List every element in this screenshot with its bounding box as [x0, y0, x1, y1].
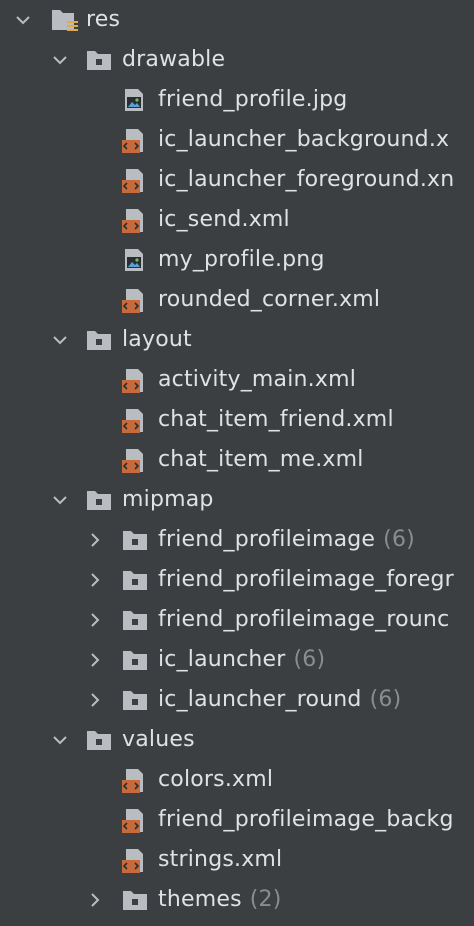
- file-label: ic_launcher_foreground.xn: [158, 167, 455, 192]
- chevron-down-icon[interactable]: [51, 731, 69, 749]
- file-label: colors.xml: [158, 767, 274, 792]
- tree-file-friend-profile-jpg[interactable]: friend_profile.jpg: [0, 80, 474, 120]
- file-label: chat_item_friend.xml: [158, 407, 394, 432]
- xml-file-icon: [121, 408, 145, 433]
- tree-node-res[interactable]: res: [0, 0, 474, 40]
- folder-icon: [86, 488, 111, 512]
- file-label: activity_main.xml: [158, 367, 357, 392]
- tree-folder-ic-launcher[interactable]: ic_launcher (6): [0, 640, 474, 680]
- folder-label: ic_launcher_round (6): [158, 687, 402, 712]
- chevron-right-icon[interactable]: [86, 531, 104, 549]
- xml-file-icon: [121, 128, 145, 153]
- folder-icon: [122, 888, 147, 912]
- tree-folder-friend-profileimage-foreground[interactable]: friend_profileimage_foregr: [0, 560, 474, 600]
- tree-folder-friend-profileimage[interactable]: friend_profileimage (6): [0, 520, 474, 560]
- chevron-down-icon[interactable]: [51, 491, 69, 509]
- xml-file-icon: [121, 848, 145, 873]
- tree-node-mipmap[interactable]: mipmap: [0, 480, 474, 520]
- chevron-right-icon[interactable]: [86, 891, 104, 909]
- item-count: (6): [293, 647, 326, 672]
- tree-file-ic-send[interactable]: ic_send.xml: [0, 200, 474, 240]
- tree-folder-themes[interactable]: themes (2): [0, 880, 474, 920]
- chevron-right-icon[interactable]: [86, 651, 104, 669]
- tree-file-ic-launcher-background[interactable]: ic_launcher_background.x: [0, 120, 474, 160]
- item-count: (6): [383, 527, 415, 552]
- folder-icon: [122, 528, 147, 552]
- folder-label: friend_profileimage_rounc: [158, 607, 450, 632]
- tree-file-friend-profileimage-background[interactable]: friend_profileimage_backg: [0, 800, 474, 840]
- image-file-icon: [123, 248, 147, 272]
- xml-file-icon: [121, 368, 145, 393]
- chevron-down-icon[interactable]: [14, 11, 32, 29]
- item-count: (6): [369, 687, 402, 712]
- tree-node-drawable[interactable]: drawable: [0, 40, 474, 80]
- chevron-down-icon[interactable]: [51, 331, 69, 349]
- xml-file-icon: [121, 288, 145, 313]
- tree-file-chat-item-me[interactable]: chat_item_me.xml: [0, 440, 474, 480]
- project-tree: res drawable friend_profile.jpg ic_launc…: [0, 0, 474, 926]
- file-label: chat_item_me.xml: [158, 447, 364, 472]
- file-label: ic_launcher_background.x: [158, 127, 450, 152]
- tree-file-activity-main[interactable]: activity_main.xml: [0, 360, 474, 400]
- file-label: strings.xml: [158, 847, 283, 872]
- tree-file-chat-item-friend[interactable]: chat_item_friend.xml: [0, 400, 474, 440]
- tree-folder-friend-profileimage-round[interactable]: friend_profileimage_rounc: [0, 600, 474, 640]
- tree-node-label: mipmap: [122, 487, 214, 512]
- xml-file-icon: [121, 208, 145, 233]
- tree-file-rounded-corner[interactable]: rounded_corner.xml: [0, 280, 474, 320]
- tree-node-values[interactable]: values: [0, 720, 474, 760]
- file-label: my_profile.png: [158, 247, 325, 272]
- file-label: ic_send.xml: [158, 207, 290, 232]
- tree-file-ic-launcher-foreground[interactable]: ic_launcher_foreground.xn: [0, 160, 474, 200]
- file-label: friend_profileimage_backg: [158, 807, 454, 832]
- folder-icon: [86, 48, 111, 72]
- tree-node-label: layout: [122, 327, 192, 352]
- resource-folder-icon: [51, 6, 78, 31]
- tree-node-layout[interactable]: layout: [0, 320, 474, 360]
- file-label: friend_profile.jpg: [158, 87, 348, 112]
- xml-file-icon: [121, 808, 145, 833]
- tree-node-label: drawable: [122, 47, 226, 72]
- folder-label: themes (2): [158, 887, 282, 912]
- folder-icon: [122, 568, 147, 592]
- folder-icon: [122, 688, 147, 712]
- chevron-right-icon[interactable]: [86, 691, 104, 709]
- tree-file-my-profile-png[interactable]: my_profile.png: [0, 240, 474, 280]
- xml-file-icon: [121, 168, 145, 193]
- folder-label: ic_launcher (6): [158, 647, 326, 672]
- folder-icon: [122, 608, 147, 632]
- folder-icon: [86, 328, 111, 352]
- file-label: rounded_corner.xml: [158, 287, 381, 312]
- tree-node-label: res: [86, 7, 121, 32]
- folder-icon: [86, 728, 111, 752]
- tree-node-label: values: [122, 727, 195, 752]
- folder-label: friend_profileimage_foregr: [158, 567, 454, 592]
- tree-file-strings[interactable]: strings.xml: [0, 840, 474, 880]
- tree-folder-ic-launcher-round[interactable]: ic_launcher_round (6): [0, 680, 474, 720]
- folder-icon: [122, 648, 147, 672]
- image-file-icon: [123, 88, 147, 112]
- tree-file-colors[interactable]: colors.xml: [0, 760, 474, 800]
- item-count: (2): [249, 887, 282, 912]
- xml-file-icon: [121, 448, 145, 473]
- xml-file-icon: [121, 768, 145, 793]
- chevron-right-icon[interactable]: [86, 571, 104, 589]
- chevron-down-icon[interactable]: [51, 51, 69, 69]
- chevron-right-icon[interactable]: [86, 611, 104, 629]
- folder-label: friend_profileimage (6): [158, 527, 415, 552]
